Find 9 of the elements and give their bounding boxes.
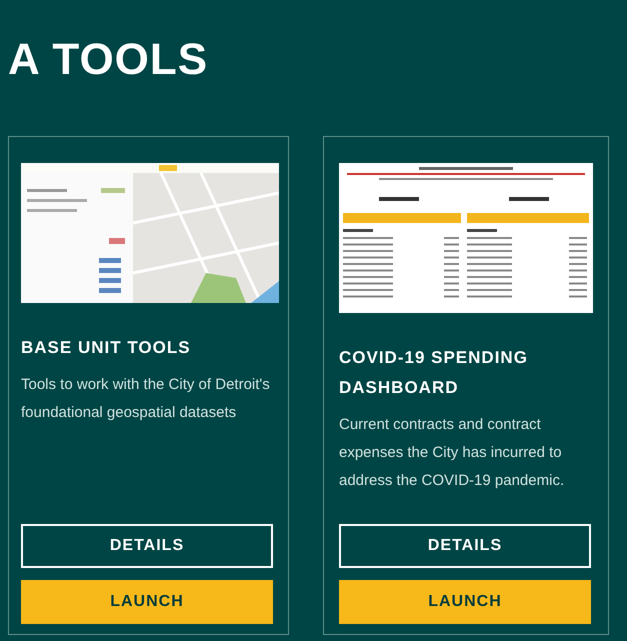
card-title: COVID-19 SPENDING DASHBOARD [339,347,529,399]
section-heading: A TOOLS [8,36,210,84]
launch-button[interactable]: LAUNCH [339,580,591,624]
launch-button[interactable]: LAUNCH [21,580,273,624]
details-button[interactable]: DETAILS [339,524,591,568]
details-button[interactable]: DETAILS [21,524,273,568]
card-description: Tools to work with the City of Detroit's foundational geospatial datasets [21,375,271,423]
card-description: Current contracts and contract expenses the City has incurred to address the COVID-19 pandemic. [339,415,566,491]
card-title: BASE UNIT TOOLS [21,337,192,359]
